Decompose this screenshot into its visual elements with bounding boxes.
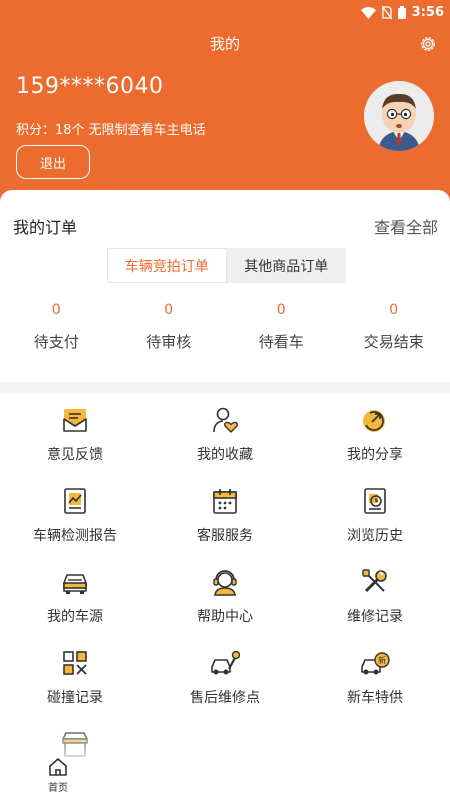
new-badge-text: 新 [378, 655, 386, 665]
report-icon [64, 488, 86, 514]
no-sim-icon [381, 6, 392, 19]
logout-button[interactable]: 退出 [16, 145, 90, 179]
menu-my-car-source[interactable]: 我的车源 [0, 555, 150, 636]
favorites-icon [213, 407, 238, 433]
nav-home-label: 首页 [48, 783, 68, 794]
menu-label: 意见反馈 [47, 447, 103, 463]
share-icon [363, 410, 385, 432]
menu-label: 我的收藏 [197, 447, 253, 463]
menu-label: 新车特供 [347, 690, 403, 706]
avatar-illustration [364, 81, 434, 151]
page-title: 我的 [209, 35, 240, 53]
gear-icon[interactable] [418, 34, 438, 54]
avatar[interactable] [364, 81, 434, 151]
order-status-pending-review[interactable]: 0 待审核 [113, 302, 226, 352]
new-car-icon: 新 [361, 652, 390, 675]
order-status-completed[interactable]: 0 交易结束 [338, 302, 450, 352]
status-label: 待看车 [258, 333, 304, 351]
home-icon [49, 758, 67, 776]
repair-icon [362, 569, 387, 593]
status-count: 0 [389, 302, 399, 318]
order-type-tabs: 车辆竞拍订单 其他商品订单 [107, 248, 346, 283]
user-phone: 159****6040 [16, 74, 164, 99]
order-status-pending-viewing[interactable]: 0 待看车 [225, 302, 338, 352]
my-orders-card: 我的订单 查看全部 车辆竞拍订单 其他商品订单 0 待支付 0 待审核 0 待看… [0, 190, 450, 382]
menu-service-points[interactable]: 售后维修点 [150, 636, 300, 717]
menu-collision-records[interactable]: 碰撞记录 [0, 636, 150, 717]
menu-label: 我的车源 [47, 609, 103, 625]
status-label: 待审核 [146, 333, 192, 351]
order-status-row: 0 待支付 0 待审核 0 待看车 0 交易结束 [0, 302, 450, 352]
status-count: 0 [276, 302, 286, 318]
section-divider [0, 382, 450, 393]
menu-feedback[interactable]: 意见反馈 [0, 393, 150, 474]
tab-other-orders[interactable]: 其他商品订单 [226, 248, 346, 283]
service-point-icon [211, 650, 240, 675]
menu-label: 浏览历史 [347, 528, 403, 544]
menu-help-center[interactable]: 帮助中心 [150, 555, 300, 636]
status-bar: 3:56 [0, 0, 450, 26]
menu-share[interactable]: 我的分享 [300, 393, 450, 474]
menu-label: 客服服务 [197, 528, 253, 544]
status-count: 0 [164, 302, 174, 318]
view-all-orders-link[interactable]: 查看全部 [374, 214, 438, 238]
history-icon [364, 488, 386, 514]
tab-auction-orders[interactable]: 车辆竞拍订单 [107, 248, 227, 283]
status-count: 0 [51, 302, 61, 318]
menu-customer-service[interactable]: 客服服务 [150, 474, 300, 555]
order-status-pending-payment[interactable]: 0 待支付 [0, 302, 113, 352]
help-icon [213, 570, 237, 596]
collision-icon [63, 651, 87, 675]
profile-header: 3:56 我的 159****6040 积分：18个 无限制查看车主电话 退出 [0, 0, 450, 205]
car-source-icon [63, 574, 87, 594]
calendar-icon [213, 489, 237, 514]
menu-label: 我的分享 [347, 447, 403, 463]
user-points: 积分：18个 无限制查看车主电话 [16, 123, 206, 138]
menu-browse-history[interactable]: 浏览历史 [300, 474, 450, 555]
status-label: 待支付 [33, 333, 79, 351]
menu-new-car-special[interactable]: 新 新车特供 [300, 636, 450, 717]
menu-label: 维修记录 [347, 609, 403, 625]
status-time: 3:56 [411, 5, 444, 20]
menu-inspection-report[interactable]: 车辆检测报告 [0, 474, 150, 555]
status-label: 交易结束 [363, 333, 424, 351]
menu-favorites[interactable]: 我的收藏 [150, 393, 300, 474]
bottom-nav: 首页 [0, 720, 450, 800]
menu-repair-records[interactable]: 维修记录 [300, 555, 450, 636]
menu-label: 车辆检测报告 [33, 528, 117, 544]
feedback-icon [63, 409, 87, 432]
nav-home[interactable]: 首页 [40, 757, 76, 794]
menu-label: 碰撞记录 [47, 690, 103, 706]
menu-label: 售后维修点 [190, 690, 260, 706]
orders-title: 我的订单 [13, 218, 78, 237]
wifi-icon [360, 6, 376, 19]
menu-label: 帮助中心 [197, 609, 253, 625]
battery-icon [397, 6, 406, 19]
